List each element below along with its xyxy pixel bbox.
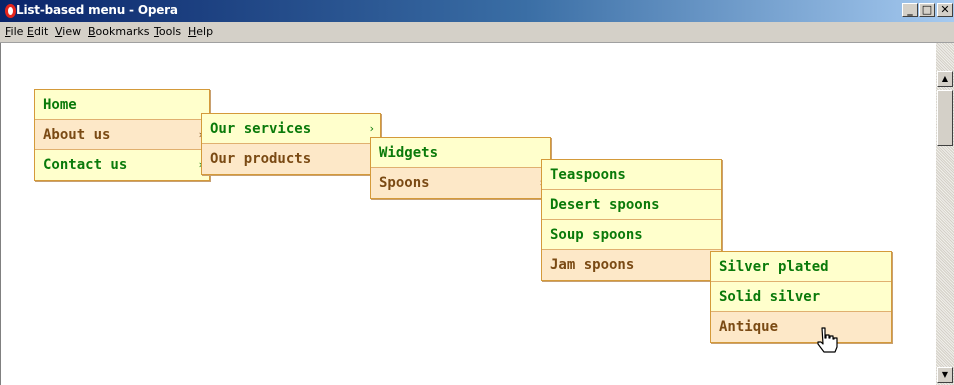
menu-item-soup-spoons[interactable]: Soup spoons	[542, 220, 721, 250]
menu-item-spoons[interactable]: Spoons ›	[371, 168, 550, 198]
menu-item-label: About us	[43, 127, 111, 143]
menu-item-label: Home	[43, 97, 77, 113]
menu-item-label: Teaspoons	[550, 167, 626, 183]
menu-bookmarks[interactable]: Bookmarks	[88, 25, 149, 38]
menu-level-3: Widgets Spoons ›	[370, 137, 551, 199]
menu-item-solid-silver[interactable]: Solid silver	[711, 282, 891, 312]
hand-pointer-icon	[817, 327, 838, 353]
menu-item-label: Contact us	[43, 157, 128, 173]
menu-item-our-services[interactable]: Our services ›	[202, 114, 380, 144]
menu-item-home[interactable]: Home	[35, 90, 209, 120]
menu-item-desert-spoons[interactable]: Desert spoons	[542, 190, 721, 220]
menu-level-4: Teaspoons Desert spoons Soup spoons Jam …	[541, 159, 722, 281]
scroll-thumb[interactable]	[937, 90, 953, 146]
menu-item-our-products[interactable]: Our products ›	[202, 144, 380, 174]
menu-item-jam-spoons[interactable]: Jam spoons ›	[542, 250, 721, 280]
menu-item-label: Jam spoons	[550, 257, 635, 273]
scroll-down-icon[interactable]: ▼	[937, 367, 953, 383]
menu-level-1: Home About us › Contact us ›	[34, 89, 210, 181]
menu-item-label: Spoons	[379, 175, 430, 191]
page-viewport: Home About us › Contact us › Our service…	[0, 43, 937, 385]
menu-view[interactable]: View	[55, 25, 81, 38]
menu-level-2: Our services › Our products ›	[201, 113, 381, 175]
menu-bar: File Edit View Bookmarks Tools Help	[0, 22, 954, 43]
menu-item-label: Widgets	[379, 145, 439, 161]
minimize-button[interactable]: _	[902, 3, 918, 17]
menu-help[interactable]: Help	[188, 25, 213, 38]
window-title: List-based menu - Opera	[16, 3, 178, 17]
vertical-scrollbar[interactable]: ▲ ▼	[936, 43, 954, 385]
title-bar[interactable]: List-based menu - Opera _ □ ✕	[0, 0, 954, 22]
scroll-up-icon[interactable]: ▲	[937, 71, 953, 87]
menu-item-widgets[interactable]: Widgets	[371, 138, 550, 168]
menu-item-label: Soup spoons	[550, 227, 643, 243]
menu-item-contact-us[interactable]: Contact us ›	[35, 150, 209, 180]
opera-logo-icon	[5, 4, 16, 18]
close-button[interactable]: ✕	[937, 3, 953, 17]
menu-item-label: Silver plated	[719, 259, 829, 275]
menu-item-about-us[interactable]: About us ›	[35, 120, 209, 150]
menu-tools[interactable]: Tools	[154, 25, 181, 38]
menu-item-silver-plated[interactable]: Silver plated	[711, 252, 891, 282]
menu-item-teaspoons[interactable]: Teaspoons	[542, 160, 721, 190]
menu-item-label: Our products	[210, 151, 312, 167]
menu-item-label: Solid silver	[719, 289, 821, 305]
menu-edit[interactable]: Edit	[27, 25, 48, 38]
menu-item-label: Desert spoons	[550, 197, 660, 213]
menu-item-label: Antique	[719, 319, 779, 335]
maximize-button[interactable]: □	[919, 3, 935, 17]
menu-item-antique[interactable]: Antique	[711, 312, 891, 342]
menu-item-label: Our services	[210, 121, 312, 137]
menu-level-5: Silver plated Solid silver Antique	[710, 251, 892, 343]
menu-file[interactable]: File	[5, 25, 23, 38]
